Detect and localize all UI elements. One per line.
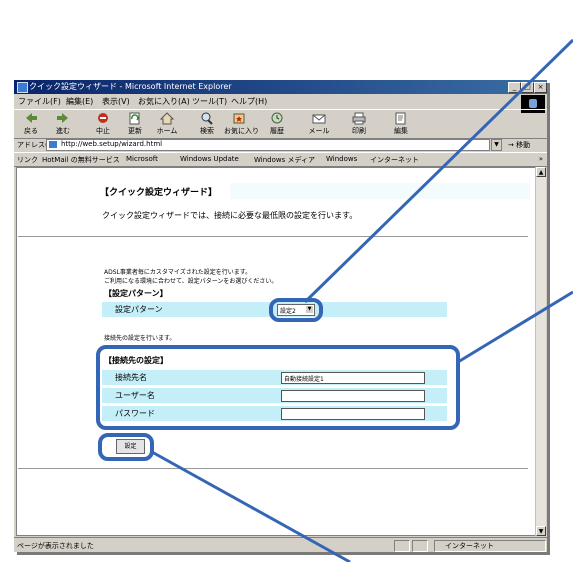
callout-line-submit xyxy=(151,450,351,562)
callout-line-pattern xyxy=(303,38,573,304)
callout-line-connection xyxy=(457,290,573,364)
callout-lines xyxy=(151,38,573,562)
